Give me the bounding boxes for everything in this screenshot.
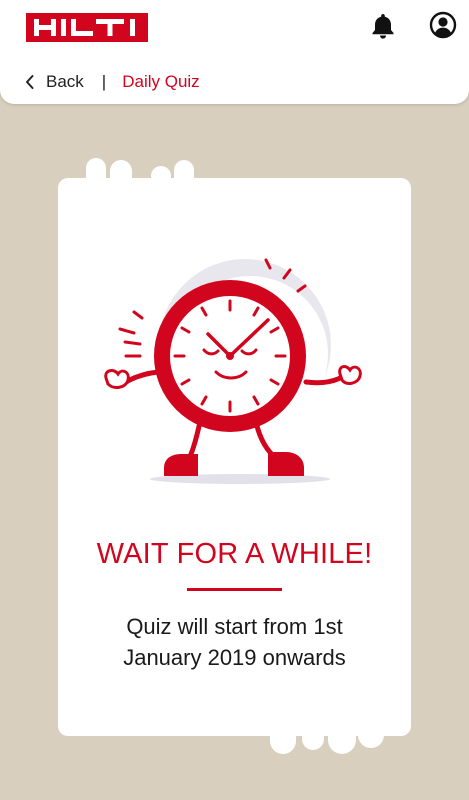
back-button[interactable]: Back xyxy=(24,72,84,92)
quiz-start-message: Quiz will start from 1st January 2019 on… xyxy=(58,611,411,673)
chevron-left-icon xyxy=(26,75,34,89)
message-line-2: January 2019 onwards xyxy=(123,645,346,670)
breadcrumb: Back | Daily Quiz xyxy=(24,70,200,94)
bell-icon[interactable] xyxy=(370,12,396,40)
user-circle-icon[interactable] xyxy=(429,11,457,39)
title-divider xyxy=(187,588,282,591)
back-label: Back xyxy=(46,72,84,91)
hilti-logo[interactable] xyxy=(26,13,148,42)
breadcrumb-separator: | xyxy=(101,72,107,91)
wait-title: WAIT FOR A WHILE! xyxy=(96,538,373,570)
message-line-1: Quiz will start from 1st xyxy=(126,614,343,639)
top-bar: Back | Daily Quiz xyxy=(0,0,469,104)
clock-mascot-illustration xyxy=(104,258,362,484)
page-title: Daily Quiz xyxy=(122,72,200,91)
